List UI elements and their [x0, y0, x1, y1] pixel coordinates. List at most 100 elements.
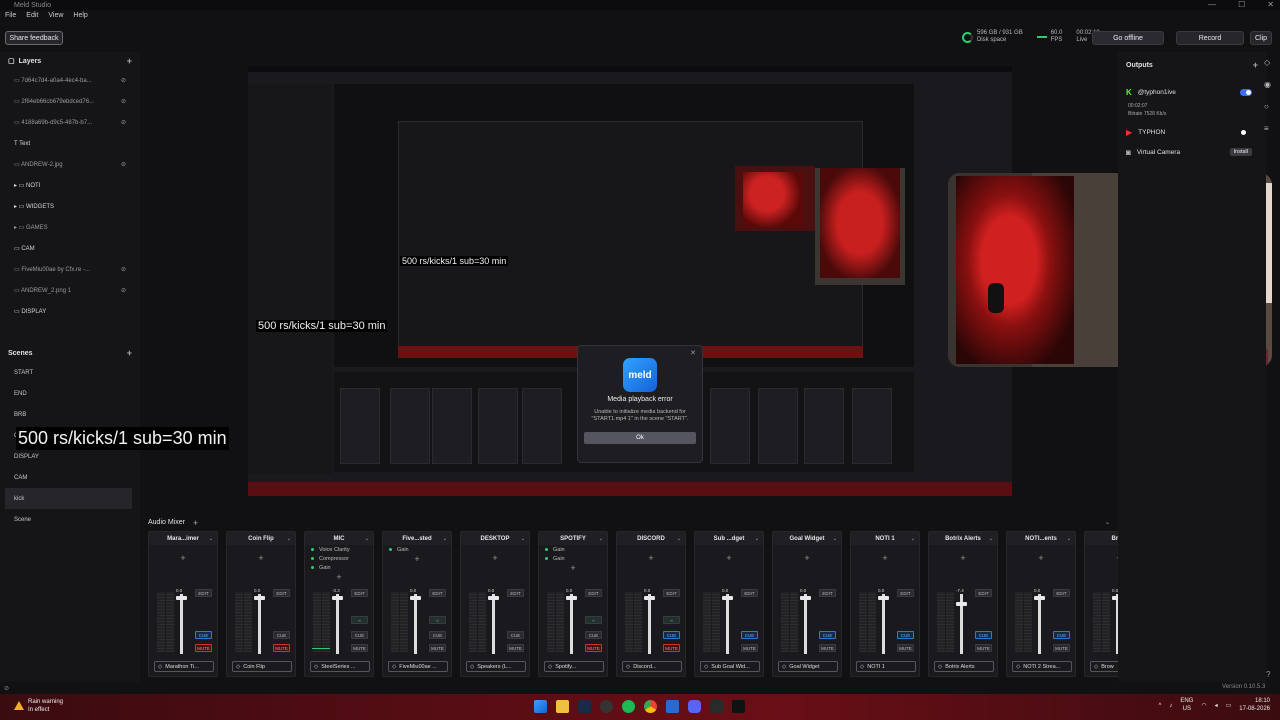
mute-button[interactable]: MUTE — [975, 644, 992, 652]
scene-item[interactable]: Scene — [0, 509, 140, 530]
effect-item[interactable]: Gain — [539, 545, 607, 554]
add-effect-button[interactable]: + — [929, 553, 997, 563]
fader-handle[interactable] — [800, 596, 811, 600]
mute-button[interactable]: MUTE — [351, 644, 368, 652]
add-effect-button[interactable]: + — [617, 553, 685, 563]
scene-item[interactable]: BRB — [0, 404, 140, 425]
install-button[interactable]: Install — [1229, 148, 1252, 156]
maximize-button[interactable]: ☐ — [1238, 0, 1245, 9]
channel-name[interactable]: Mara...imer ⌄ — [149, 532, 217, 545]
kick-toggle[interactable] — [1240, 88, 1252, 96]
edit-button[interactable]: EDIT — [663, 589, 680, 597]
spotify-icon[interactable] — [622, 700, 635, 713]
edit-button[interactable]: EDIT — [195, 589, 212, 597]
share-feedback-button[interactable]: Share feedback — [5, 31, 63, 45]
link-icon[interactable]: ⊘ — [121, 77, 126, 84]
edit-button[interactable]: EDIT — [507, 589, 524, 597]
diamond-icon[interactable]: ◇ — [1264, 58, 1271, 67]
virtual-camera-output[interactable]: ◙ Virtual Camera Install — [1118, 142, 1266, 162]
add-effect-button[interactable]: + — [149, 553, 217, 563]
device-selector[interactable]: ◇ Goal Widget — [778, 661, 838, 672]
channel-name[interactable]: Brow⌄ — [1085, 532, 1118, 545]
speaker-icon[interactable]: ◂ — [1215, 702, 1218, 709]
minimize-button[interactable]: — — [1208, 0, 1216, 9]
device-selector[interactable]: ◇ Sub Goal Wid... — [700, 661, 760, 672]
cue-button[interactable]: CUE — [351, 631, 368, 639]
device-selector[interactable]: ◇ SteelSeries ... — [310, 661, 370, 672]
volume-fader[interactable] — [258, 594, 261, 654]
cue-button[interactable]: CUE — [273, 631, 290, 639]
volume-fader[interactable] — [336, 594, 339, 654]
cue-button[interactable]: CUE — [975, 631, 992, 639]
cue-button[interactable]: CUE — [897, 631, 914, 639]
link-icon[interactable]: ∞ — [585, 616, 602, 624]
add-effect-button[interactable]: + — [773, 553, 841, 563]
volume-fader[interactable] — [180, 594, 183, 654]
fader-handle[interactable] — [332, 596, 343, 600]
cue-button[interactable]: CUE — [429, 631, 446, 639]
kick-output[interactable]: K @typhon1ive — [1118, 82, 1266, 102]
chevron-down-icon[interactable]: ⌄ — [209, 536, 213, 542]
chevron-down-icon[interactable]: ⌄ — [599, 536, 603, 542]
edit-button[interactable]: EDIT — [975, 589, 992, 597]
volume-fader[interactable] — [882, 594, 885, 654]
fader-handle[interactable] — [722, 596, 733, 600]
app-icon[interactable] — [666, 700, 679, 713]
clip-button[interactable]: Clip — [1250, 31, 1272, 45]
link-icon[interactable]: ∞ — [351, 616, 368, 624]
steam-icon[interactable] — [578, 700, 591, 713]
battery-icon[interactable]: ▭ — [1226, 702, 1232, 709]
help-icon[interactable]: ? — [1266, 670, 1270, 679]
add-audio-button[interactable]: + — [193, 518, 198, 528]
chat-icon[interactable]: ○ — [1264, 102, 1271, 111]
chevron-down-icon[interactable]: ⌄ — [443, 536, 447, 542]
weather-widget[interactable]: Rain warning In effect — [14, 699, 63, 715]
mute-button[interactable]: MUTE — [429, 644, 446, 652]
chevron-down-icon[interactable]: ⌄ — [911, 536, 915, 542]
device-selector[interactable]: ◇ Discord... — [622, 661, 682, 672]
link-icon[interactable]: ⊘ — [121, 161, 126, 168]
device-selector[interactable]: ◇ Botrix Alerts — [934, 661, 994, 672]
device-selector[interactable]: ◇ FiveMiu00ae ... — [388, 661, 448, 672]
fader-handle[interactable] — [644, 596, 655, 600]
volume-fader[interactable] — [804, 594, 807, 654]
link-icon[interactable]: ∞ — [663, 616, 680, 624]
cue-button[interactable]: CUE — [663, 631, 680, 639]
add-effect-button[interactable]: + — [539, 563, 607, 573]
fader-handle[interactable] — [488, 596, 499, 600]
fader-handle[interactable] — [1112, 596, 1118, 600]
sliders-icon[interactable]: ≡ — [1264, 124, 1271, 133]
mute-button[interactable]: MUTE — [195, 644, 212, 652]
add-effect-button[interactable]: + — [1085, 553, 1118, 563]
edit-button[interactable]: EDIT — [273, 589, 290, 597]
mute-button[interactable]: MUTE — [897, 644, 914, 652]
add-output-button[interactable]: + — [1253, 60, 1258, 70]
link-icon[interactable]: ⊘ — [121, 287, 126, 294]
effect-item[interactable]: Gain — [305, 563, 373, 572]
chevron-down-icon[interactable]: ⌄ — [989, 536, 993, 542]
mute-button[interactable]: MUTE — [741, 644, 758, 652]
fader-handle[interactable] — [566, 596, 577, 600]
device-selector[interactable]: ◇ Marathon Ti... — [154, 661, 214, 672]
fader-handle[interactable] — [254, 596, 265, 600]
layer-item[interactable]: ▸ ▭ WIDGETS — [0, 196, 140, 217]
channel-name[interactable]: DESKTOP ⌄ — [461, 532, 529, 545]
device-selector[interactable]: ◇ NOTI 2 Strea... — [1012, 661, 1072, 672]
add-effect-button[interactable]: + — [305, 572, 373, 582]
edit-button[interactable]: EDIT — [897, 589, 914, 597]
edit-button[interactable]: EDIT — [1053, 589, 1070, 597]
fader-handle[interactable] — [1034, 596, 1045, 600]
layer-item[interactable]: ▭ ANDREW-2.jpg ⊘ — [0, 154, 140, 175]
discord-icon[interactable] — [688, 700, 701, 713]
device-selector[interactable]: ◇ Spotify... — [544, 661, 604, 672]
mute-button[interactable]: MUTE — [663, 644, 680, 652]
chevron-down-icon[interactable]: ⌄ — [1067, 536, 1071, 542]
add-scene-button[interactable]: + — [127, 348, 132, 358]
device-selector[interactable]: ◇ NOTI 1 — [856, 661, 916, 672]
cue-button[interactable]: CUE — [741, 631, 758, 639]
add-effect-button[interactable]: + — [383, 554, 451, 564]
fader-handle[interactable] — [956, 602, 967, 606]
chrome-icon[interactable] — [644, 700, 657, 713]
layer-item[interactable]: ▭ DISPLAY — [0, 301, 140, 322]
link-icon[interactable]: ∞ — [429, 616, 446, 624]
